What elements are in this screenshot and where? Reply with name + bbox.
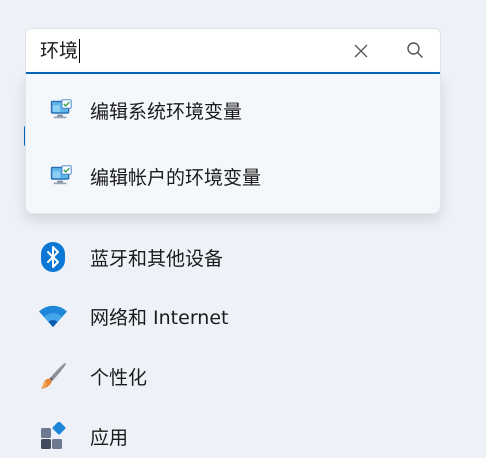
- wifi-icon: [36, 299, 70, 333]
- system-properties-icon: [49, 98, 73, 122]
- nav-item-network-internet[interactable]: 网络和 Internet: [36, 294, 456, 338]
- nav-item-bluetooth-devices[interactable]: 蓝牙和其他设备: [36, 235, 456, 279]
- suggestion-item[interactable]: 编辑帐户的环境变量: [26, 146, 440, 206]
- suggestion-item[interactable]: 编辑系统环境变量: [26, 80, 440, 140]
- search-input-value: 环境: [40, 40, 79, 62]
- suggestion-label: 编辑帐户的环境变量: [90, 166, 262, 189]
- close-icon: [354, 43, 368, 62]
- nav-item-label: 应用: [90, 426, 129, 449]
- nav-item-label: 个性化: [90, 366, 148, 389]
- paintbrush-icon: [36, 359, 70, 393]
- nav-item-personalization[interactable]: 个性化: [36, 354, 456, 398]
- search-suggestions-list: 编辑系统环境变量 编辑帐户的环境变量: [25, 74, 441, 214]
- clear-search-button[interactable]: [346, 37, 376, 67]
- bluetooth-icon: [36, 240, 70, 274]
- search-button[interactable]: [400, 37, 430, 67]
- nav-item-label: 蓝牙和其他设备: [90, 247, 224, 270]
- apps-icon: [36, 419, 70, 453]
- suggestion-label: 编辑系统环境变量: [90, 100, 243, 123]
- search-input[interactable]: 环境: [40, 38, 340, 64]
- settings-search-box: 环境: [25, 28, 441, 74]
- text-caret: [79, 39, 81, 63]
- search-icon: [406, 41, 424, 63]
- nav-item-apps[interactable]: 应用: [36, 414, 456, 458]
- system-properties-icon: [49, 164, 73, 188]
- nav-item-label: 网络和 Internet: [90, 306, 229, 329]
